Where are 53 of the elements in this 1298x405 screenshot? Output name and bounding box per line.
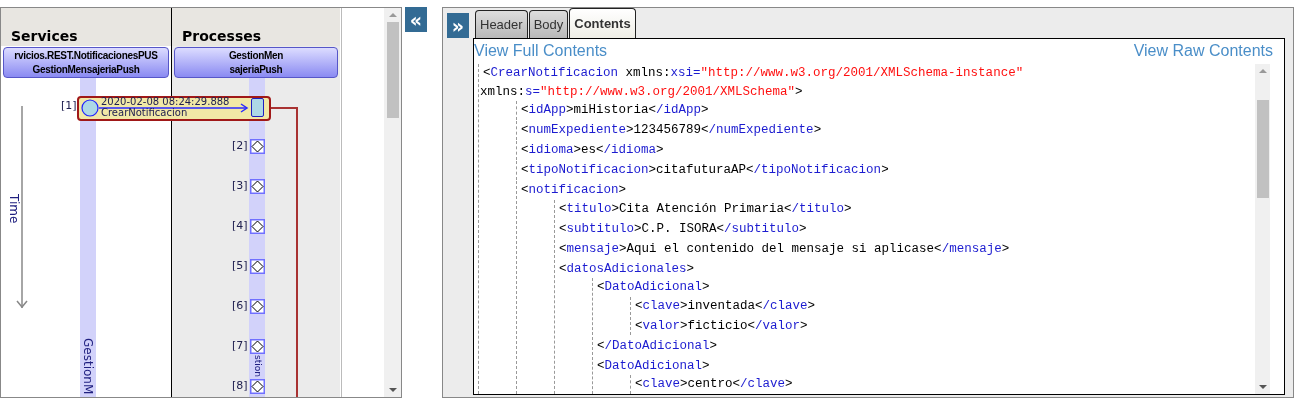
event-diamond-icon[interactable] xyxy=(250,379,265,394)
code-line: <DatoAdicional> xyxy=(596,279,711,296)
code-line: xmlns:s="http://www.w3.org/2001/XMLSchema"> xyxy=(479,83,804,101)
event-index: [5] xyxy=(232,259,248,273)
code-line: </DatoAdicional> xyxy=(596,337,719,355)
activation-box xyxy=(251,98,264,117)
code-line: <datosAdicionales> xyxy=(558,260,696,278)
event-index: [4] xyxy=(232,219,248,233)
code-line: <clave>inventada</clave> xyxy=(634,297,817,315)
code-line: <tipoNotificacion>citafuturaAP</tipoNotificacion> xyxy=(520,162,890,179)
lifeline-label: stion xyxy=(252,355,263,377)
code-line: <mensaje>Aqui el contenido del mensaje si aplicase</mensaje> xyxy=(558,240,1011,258)
event-diamond-icon[interactable] xyxy=(250,139,265,154)
lifeline-label: GestionM xyxy=(81,338,95,395)
scrollbar[interactable] xyxy=(384,8,401,397)
event-index: [8] xyxy=(232,379,248,393)
tab[interactable]: Contents xyxy=(569,8,636,38)
column-title: Services xyxy=(11,27,78,46)
scrollbar[interactable] xyxy=(1255,64,1270,394)
code-line: <idioma>es</idioma> xyxy=(520,142,665,159)
code-line: <valor>ficticio</valor> xyxy=(634,317,809,335)
participant-box[interactable]: rvicios.REST.NotificacionesPUS GestionMensajeriaPush xyxy=(3,47,169,78)
message-box[interactable]: 2020-02-08 08:24:29.888 CrearNotificacion xyxy=(77,96,271,121)
event-diamond-icon[interactable] xyxy=(250,259,265,274)
event-diamond-icon[interactable] xyxy=(250,219,265,234)
event-index: [7] xyxy=(232,339,248,353)
collapse-button[interactable]: « xyxy=(405,7,427,32)
code-line: <idApp>miHistoria</idApp> xyxy=(520,102,710,119)
code-line: <notificacion> xyxy=(520,182,628,199)
view-link[interactable]: View Full Contents xyxy=(474,42,608,61)
code-line: <DatoAdicional> xyxy=(596,357,711,375)
tab[interactable]: Body xyxy=(528,10,569,38)
event-index: [2] xyxy=(232,139,248,153)
tab[interactable]: Header xyxy=(475,10,528,38)
event-index: [3] xyxy=(232,179,248,193)
start-circle-icon xyxy=(81,99,99,117)
event-diamond-icon[interactable] xyxy=(250,299,265,314)
code-line: <subtitulo>C.P. ISORA</subtitulo> xyxy=(558,220,808,238)
event-index: [6] xyxy=(232,299,248,313)
code-line: <titulo>Cita Atención Primaria</titulo> xyxy=(558,200,853,218)
event-diamond-icon[interactable] xyxy=(250,179,265,194)
message-timestamp: 2020-02-08 08:24:29.888 xyxy=(101,96,230,107)
time-axis-label: Time xyxy=(7,194,21,224)
code-line: <CrearNotificacion xmlns:xsi="http://www.w3.org/2001/XMLSchema-instance" xyxy=(482,65,1025,82)
message-name: CrearNotificacion xyxy=(101,107,188,118)
column-title: Processes xyxy=(182,27,262,46)
view-link[interactable]: View Raw Contents xyxy=(1133,42,1273,61)
participant-box[interactable]: GestionMen sajeriaPush xyxy=(174,47,338,78)
code-line: <numExpediente>123456789</numExpediente> xyxy=(520,122,823,139)
expand-button[interactable]: » xyxy=(447,13,469,38)
code-line: <clave>centro</clave> xyxy=(634,376,794,393)
message-index: [1] xyxy=(61,99,77,113)
event-diamond-icon[interactable] xyxy=(250,339,265,354)
